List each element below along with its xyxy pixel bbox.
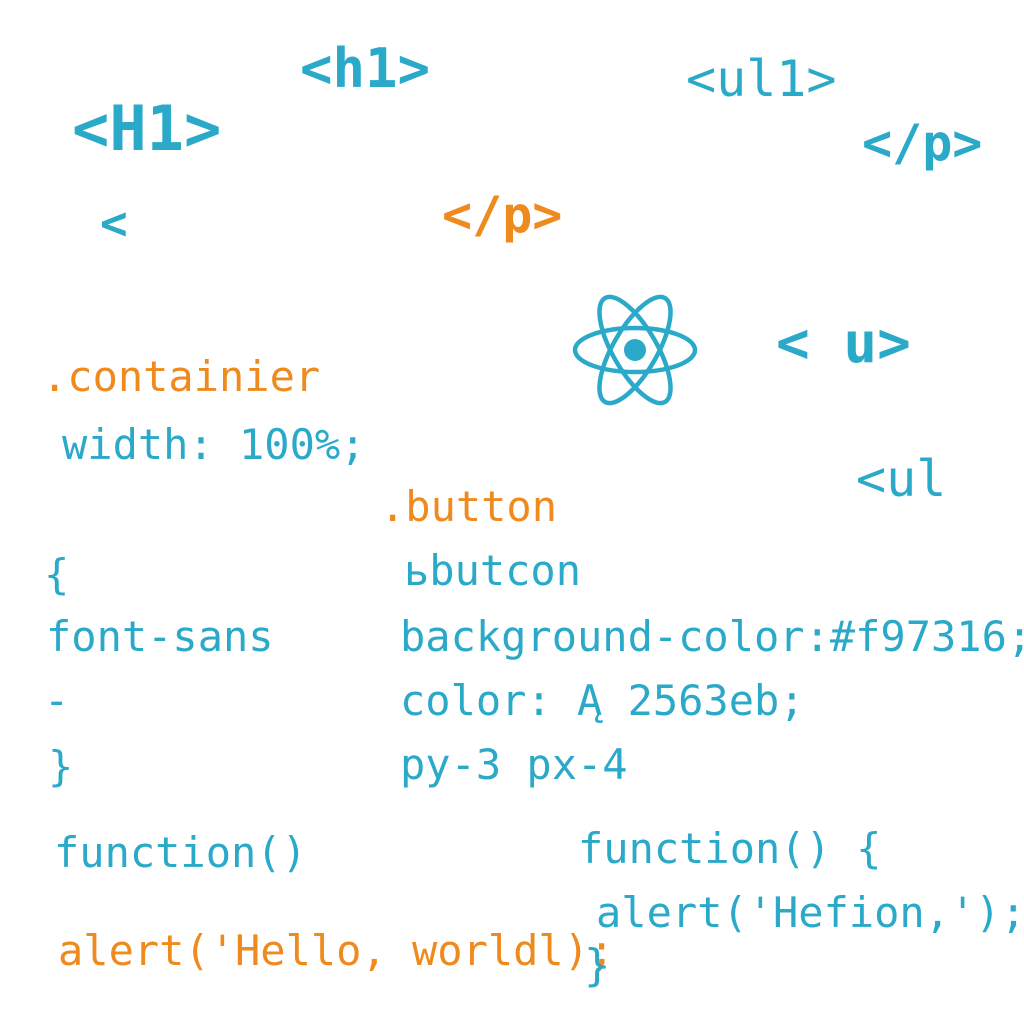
close-brace-right: } <box>584 940 611 991</box>
py-px-utilities: py-3 px-4 <box>400 740 628 789</box>
button-class-selector: .button <box>380 482 558 531</box>
h1-lowercase-tag: <h1> <box>300 37 431 100</box>
h1-uppercase-tag: <H1> <box>72 92 222 165</box>
close-brace-left: } <box>48 742 74 791</box>
open-brace: { <box>44 550 70 599</box>
code-collage-canvas: <h1> <ul1> <H1> </p> < </p> < u> .contai… <box>0 0 1024 1024</box>
lone-less-than-sign: < <box>100 196 128 250</box>
background-color-declaration: background-color:#f97316; <box>400 612 1024 661</box>
font-sans-text: font-sans <box>46 612 274 661</box>
react-atom-icon <box>572 294 698 406</box>
color-declaration: color: Ą 2563eb; <box>400 676 805 725</box>
p-closing-tag-orange: </p> <box>442 186 563 244</box>
dash-text: - <box>44 676 70 725</box>
u-tag: < u> <box>776 311 911 376</box>
alert-left: alert('Hello, worldl); <box>58 926 615 975</box>
width-declaration: width: 100%; <box>62 420 366 469</box>
function-left: function() <box>54 828 307 877</box>
container-class-selector: .containier <box>42 352 321 401</box>
ul1-tag: <ul1> <box>686 50 837 108</box>
function-right: function() { <box>578 824 882 873</box>
bbutton-text: ьbutcon <box>404 546 582 595</box>
ul-open-tag: <ul <box>856 450 947 508</box>
alert-right: alert('Hefion,'); <box>596 888 1024 937</box>
p-closing-tag-blue: </p> <box>862 114 983 172</box>
